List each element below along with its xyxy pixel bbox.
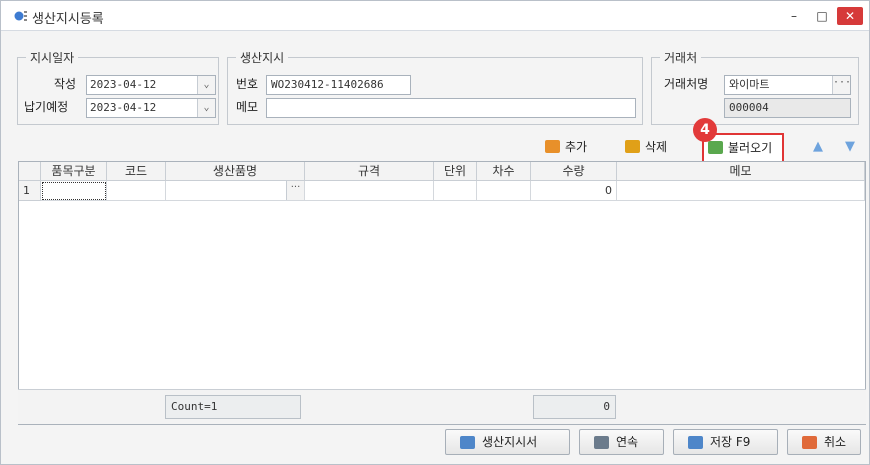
- continuous-button[interactable]: 연속: [579, 429, 664, 455]
- column-header-order-no[interactable]: 차수: [477, 162, 531, 181]
- save-button[interactable]: 저장 F9: [673, 429, 778, 455]
- cell-category[interactable]: [41, 181, 107, 201]
- grid-corner: [19, 162, 41, 181]
- cancel-button[interactable]: 취소: [787, 429, 861, 455]
- row-indicator: 1: [19, 181, 41, 201]
- continuous-label: 연속: [616, 435, 639, 449]
- client-name-label: 거래처명: [664, 77, 709, 91]
- chevron-down-icon[interactable]: ⌄: [197, 76, 215, 94]
- product-lookup-button[interactable]: ···: [286, 181, 304, 200]
- column-header-code[interactable]: 코드: [107, 162, 166, 181]
- column-header-memo[interactable]: 메모: [617, 162, 865, 181]
- order-number-field[interactable]: WO230412-11402686: [266, 75, 411, 95]
- load-button[interactable]: 불러오기: [706, 136, 772, 160]
- delete-icon: [625, 140, 640, 153]
- grid-footer: Count=1 0: [18, 389, 866, 424]
- due-date-label: 납기예정: [24, 100, 69, 114]
- cancel-icon: [802, 436, 817, 449]
- items-grid: 품목구분 코드 생산품명 규격 단위 차수 수량 메모 1 ··· 0: [18, 161, 866, 425]
- save-label: 저장 F9: [710, 435, 751, 449]
- chevron-down-icon[interactable]: ⌄: [197, 99, 215, 117]
- column-header-category[interactable]: 품목구분: [41, 162, 107, 181]
- delete-row-label: 삭제: [645, 140, 668, 154]
- document-icon: [460, 436, 475, 449]
- print-order-label: 생산지시서: [482, 435, 538, 449]
- cell-order-no[interactable]: [477, 181, 531, 201]
- add-row-label: 추가: [565, 140, 588, 154]
- close-button[interactable]: ✕: [837, 7, 863, 25]
- quantity-total: 0: [533, 395, 616, 419]
- cell-spec[interactable]: [305, 181, 434, 201]
- client-name-value: 와이마트: [729, 78, 770, 91]
- column-header-product[interactable]: 생산품명: [166, 162, 305, 181]
- created-date-label: 작성: [54, 77, 77, 91]
- production-order-group: 생산지시 번호 WO230412-11402686 메모: [227, 49, 643, 125]
- move-up-icon[interactable]: ▲: [811, 139, 825, 155]
- column-header-unit[interactable]: 단위: [434, 162, 477, 181]
- add-icon: [545, 140, 560, 153]
- order-date-group-title: 지시일자: [26, 49, 79, 66]
- client-name-field[interactable]: 와이마트 ···: [724, 75, 851, 95]
- delete-row-button[interactable]: 삭제: [623, 135, 667, 159]
- cell-memo[interactable]: [617, 181, 865, 201]
- row-count: Count=1: [165, 395, 301, 419]
- client-lookup-button[interactable]: ···: [832, 76, 851, 94]
- cell-quantity[interactable]: 0: [531, 181, 617, 201]
- due-date-combo[interactable]: 2023-04-12 ⌄: [86, 98, 216, 118]
- production-order-group-title: 생산지시: [236, 49, 289, 66]
- save-icon: [688, 436, 703, 449]
- add-row-button[interactable]: 추가: [543, 135, 587, 159]
- window-title: 생산지시등록: [32, 12, 104, 27]
- due-date-value: 2023-04-12: [90, 101, 157, 114]
- column-header-quantity[interactable]: 수량: [531, 162, 617, 181]
- cancel-label: 취소: [824, 435, 847, 449]
- continue-icon: [594, 436, 609, 449]
- client-group-title: 거래처: [660, 49, 702, 66]
- maximize-button[interactable]: □: [809, 7, 835, 25]
- column-header-spec[interactable]: 규격: [305, 162, 434, 181]
- client-code-field: 000004: [724, 98, 851, 118]
- created-date-value: 2023-04-12: [90, 78, 157, 91]
- cell-unit[interactable]: [434, 181, 477, 201]
- cell-product[interactable]: ···: [166, 181, 305, 201]
- production-order-window: 생산지시등록 – □ ✕ 지시일자 작성 2023-04-12 ⌄ 납기예정 2…: [0, 0, 870, 465]
- cell-code[interactable]: [107, 181, 166, 201]
- app-icon: [14, 11, 27, 21]
- memo-label: 메모: [236, 100, 259, 114]
- client-group: 거래처 거래처명 와이마트 ··· 000004: [651, 49, 859, 125]
- step-badge: 4: [693, 118, 717, 142]
- load-button-label: 불러오기: [728, 141, 773, 155]
- load-icon: [708, 141, 723, 154]
- move-down-icon[interactable]: ▼: [843, 139, 857, 155]
- created-date-combo[interactable]: 2023-04-12 ⌄: [86, 75, 216, 95]
- memo-field[interactable]: [266, 98, 636, 118]
- minimize-button[interactable]: –: [781, 7, 807, 25]
- order-date-group: 지시일자 작성 2023-04-12 ⌄ 납기예정 2023-04-12 ⌄: [17, 49, 219, 125]
- title-bar: 생산지시등록 – □ ✕: [1, 1, 869, 31]
- order-number-label: 번호: [236, 77, 259, 91]
- print-order-button[interactable]: 생산지시서: [445, 429, 570, 455]
